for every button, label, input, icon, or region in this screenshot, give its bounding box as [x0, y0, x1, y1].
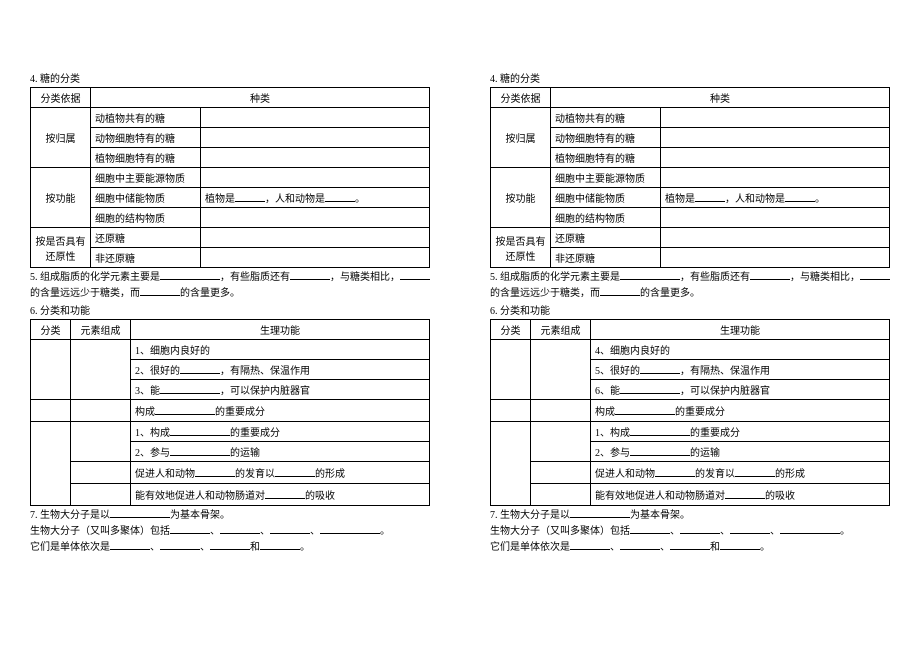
cell-blank — [201, 128, 430, 148]
table-lipid-classification: 分类 元素组成 生理功能 1、细胞内良好的 2、很好的，有隔热、保温作用 3、能… — [30, 319, 430, 506]
header-elements: 元素组成 — [531, 320, 591, 340]
cell-blank — [491, 422, 531, 506]
header-class: 分类 — [31, 320, 71, 340]
cell-blank — [71, 400, 131, 422]
cell-nonreducing-sugar: 非还原糖 — [551, 248, 661, 268]
cell-storage: 细胞中储能物质 — [551, 188, 661, 208]
cell-blank — [661, 148, 890, 168]
cell-func: 2、参与的运输 — [131, 442, 430, 462]
cell-blank — [661, 248, 890, 268]
cell-func: 1、细胞内良好的 — [131, 340, 430, 360]
cell-blank — [201, 248, 430, 268]
header-basis: 分类依据 — [31, 88, 91, 108]
cell-blank — [71, 340, 131, 400]
cell-animal-sugar: 动物细胞特有的糖 — [91, 128, 201, 148]
cell-reducing-sugar: 还原糖 — [91, 228, 201, 248]
cell-blank — [31, 422, 71, 506]
cell-func: 2、参与的运输 — [591, 442, 890, 462]
cell-func: 6、能，可以保护内脏器官 — [591, 380, 890, 400]
header-basis: 分类依据 — [491, 88, 551, 108]
header-function: 生理功能 — [131, 320, 430, 340]
cell-func: 3、能，可以保护内脏器官 — [131, 380, 430, 400]
cell-blank — [531, 484, 591, 506]
section5-text-r: 5. 组成脂质的化学元素主要是，有些脂质还有，与糖类相比， 的含量远远少于糖类，… — [490, 270, 890, 302]
cell-blank — [201, 108, 430, 128]
cell-storage-detail: 植物是，人和动物是。 — [201, 188, 430, 208]
header-class: 分类 — [491, 320, 531, 340]
header-type: 种类 — [551, 88, 890, 108]
cell-blank — [661, 128, 890, 148]
cell-nonreducing-sugar: 非还原糖 — [91, 248, 201, 268]
cell-func: 促进人和动物的发育以的形成 — [131, 462, 430, 484]
cell-shared-sugar: 动植物共有的糖 — [551, 108, 661, 128]
row-belong: 按归属 — [491, 108, 551, 168]
cell-func: 4、细胞内良好的 — [591, 340, 890, 360]
cell-func: 5、很好的，有隔热、保温作用 — [591, 360, 890, 380]
cell-energy: 细胞中主要能源物质 — [551, 168, 661, 188]
table-lipid-classification-r: 分类 元素组成 生理功能 4、细胞内良好的 5、很好的，有隔热、保温作用 6、能… — [490, 319, 890, 506]
cell-blank — [661, 168, 890, 188]
cell-blank — [201, 168, 430, 188]
right-column: 4. 糖的分类 分类依据 种类 按归属 动植物共有的糖 动物细胞特有的糖 植物细… — [490, 70, 890, 620]
row-function: 按功能 — [491, 168, 551, 228]
cell-blank — [201, 228, 430, 248]
cell-blank — [71, 462, 131, 484]
section7-text-r: 7. 生物大分子是以为基本骨架。 生物大分子（又叫多聚体）包括、、、。 它们是单… — [490, 508, 890, 556]
section4-title-r: 4. 糖的分类 — [490, 70, 890, 85]
cell-storage: 细胞中储能物质 — [91, 188, 201, 208]
row-function: 按功能 — [31, 168, 91, 228]
section5-text: 5. 组成脂质的化学元素主要是，有些脂质还有，与糖类相比， 的含量远远少于糖类，… — [30, 270, 430, 302]
cell-blank — [661, 108, 890, 128]
cell-reducing-sugar: 还原糖 — [551, 228, 661, 248]
cell-blank — [491, 400, 531, 422]
cell-plant-sugar: 植物细胞特有的糖 — [91, 148, 201, 168]
section6-title: 6. 分类和功能 — [30, 302, 430, 317]
header-function: 生理功能 — [591, 320, 890, 340]
cell-storage-detail: 植物是，人和动物是。 — [661, 188, 890, 208]
cell-blank — [531, 422, 591, 462]
cell-blank — [201, 148, 430, 168]
cell-func: 能有效地促进人和动物肠道对的吸收 — [131, 484, 430, 506]
cell-shared-sugar: 动植物共有的糖 — [91, 108, 201, 128]
header-type: 种类 — [91, 88, 430, 108]
table-sugar-classification: 分类依据 种类 按归属 动植物共有的糖 动物细胞特有的糖 植物细胞特有的糖 按功… — [30, 87, 430, 268]
cell-blank — [71, 422, 131, 462]
left-column: 4. 糖的分类 分类依据 种类 按归属 动植物共有的糖 动物细胞特有的糖 植物细… — [30, 70, 430, 620]
cell-plant-sugar: 植物细胞特有的糖 — [551, 148, 661, 168]
cell-blank — [201, 208, 430, 228]
cell-blank — [531, 400, 591, 422]
cell-blank — [31, 340, 71, 400]
cell-func: 1、构成的重要成分 — [591, 422, 890, 442]
cell-func: 构成的重要成分 — [131, 400, 430, 422]
cell-func: 促进人和动物的发育以的形成 — [591, 462, 890, 484]
cell-structure: 细胞的结构物质 — [91, 208, 201, 228]
header-elements: 元素组成 — [71, 320, 131, 340]
section7-text: 7. 生物大分子是以为基本骨架。 生物大分子（又叫多聚体）包括、、、。 它们是单… — [30, 508, 430, 556]
cell-blank — [531, 340, 591, 400]
cell-func: 构成的重要成分 — [591, 400, 890, 422]
cell-blank — [491, 340, 531, 400]
row-reducing: 按是否具有还原性 — [491, 228, 551, 268]
cell-func: 能有效地促进人和动物肠道对的吸收 — [591, 484, 890, 506]
cell-func: 1、构成的重要成分 — [131, 422, 430, 442]
section6-title-r: 6. 分类和功能 — [490, 302, 890, 317]
cell-blank — [531, 462, 591, 484]
row-belong: 按归属 — [31, 108, 91, 168]
cell-blank — [71, 484, 131, 506]
cell-blank — [661, 228, 890, 248]
section4-title: 4. 糖的分类 — [30, 70, 430, 85]
cell-blank — [31, 400, 71, 422]
cell-energy: 细胞中主要能源物质 — [91, 168, 201, 188]
cell-structure: 细胞的结构物质 — [551, 208, 661, 228]
row-reducing: 按是否具有还原性 — [31, 228, 91, 268]
cell-animal-sugar: 动物细胞特有的糖 — [551, 128, 661, 148]
table-sugar-classification-r: 分类依据 种类 按归属 动植物共有的糖 动物细胞特有的糖 植物细胞特有的糖 按功… — [490, 87, 890, 268]
cell-func: 2、很好的，有隔热、保温作用 — [131, 360, 430, 380]
cell-blank — [661, 208, 890, 228]
